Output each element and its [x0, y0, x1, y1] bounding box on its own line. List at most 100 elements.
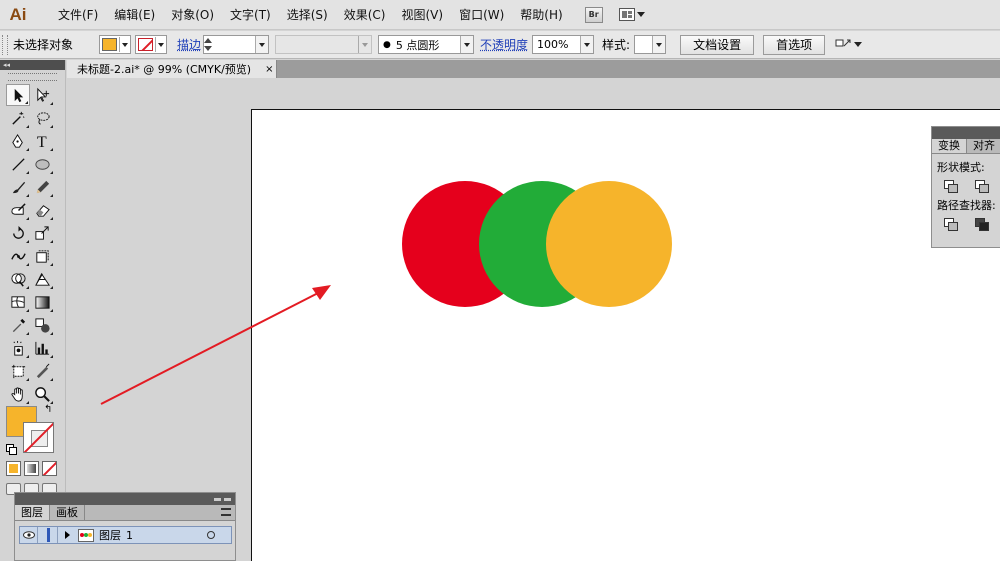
chevron-down-icon — [119, 37, 129, 52]
minus-front-icon[interactable] — [975, 180, 989, 193]
chevron-down-icon — [854, 42, 863, 47]
artboard[interactable] — [251, 109, 1000, 561]
free-transform-tool[interactable] — [30, 245, 54, 267]
brush-definition-field[interactable]: ● 5 点圆形 — [378, 35, 475, 54]
menu-select[interactable]: 选择(S) — [279, 0, 336, 30]
brush-dot-icon: ● — [383, 39, 391, 50]
tab-transform[interactable]: 变换 — [932, 139, 967, 153]
unite-icon[interactable] — [944, 180, 958, 193]
menu-object[interactable]: 对象(O) — [163, 0, 222, 30]
tools-panel-grip[interactable] — [8, 73, 57, 81]
trim-icon[interactable] — [975, 218, 989, 231]
close-icon[interactable]: × — [265, 64, 273, 75]
yellow-circle[interactable] — [546, 181, 672, 307]
lasso-tool[interactable] — [30, 107, 54, 129]
stroke-weight-field[interactable] — [203, 35, 270, 54]
panel-header[interactable] — [932, 127, 1000, 139]
fill-color-picker[interactable] — [99, 35, 131, 54]
gradient-tool[interactable] — [30, 291, 54, 313]
pen-tool[interactable] — [6, 130, 30, 152]
eraser-tool[interactable] — [30, 199, 54, 221]
type-tool[interactable]: T — [30, 130, 54, 152]
eyedropper-tool[interactable] — [6, 314, 30, 336]
menu-edit[interactable]: 编辑(E) — [106, 0, 163, 30]
tool-row — [6, 383, 65, 406]
arrange-documents-button[interactable] — [618, 8, 645, 21]
target-circle-icon[interactable] — [207, 531, 215, 539]
line-segment-tool[interactable] — [6, 153, 30, 175]
hand-tool[interactable] — [6, 383, 30, 405]
panel-menu-button[interactable] — [835, 38, 863, 52]
expand-triangle-icon[interactable] — [65, 531, 70, 539]
column-graph-tool[interactable] — [30, 337, 54, 359]
layer-row[interactable]: 图层 1 — [19, 526, 232, 544]
menu-help[interactable]: 帮助(H) — [512, 0, 570, 30]
visibility-eye-icon[interactable] — [20, 527, 38, 543]
tab-align[interactable]: 对齐 — [967, 139, 1000, 153]
panel-menu-icon[interactable] — [221, 508, 231, 516]
brush-definition-value: 5 点圆形 — [395, 38, 440, 52]
selection-tool[interactable] — [6, 84, 30, 106]
control-bar-grip[interactable] — [2, 34, 8, 55]
menu-type[interactable]: 文字(T) — [222, 0, 279, 30]
menu-window[interactable]: 窗口(W) — [451, 0, 512, 30]
menu-file[interactable]: 文件(F) — [50, 0, 106, 30]
stroke-color-swatch[interactable] — [23, 422, 54, 453]
default-fill-stroke-icon[interactable] — [6, 444, 17, 455]
layers-panel-header[interactable] — [15, 493, 235, 505]
tool-row — [6, 176, 65, 199]
tools-panel-collapse[interactable]: ◂◂ — [0, 60, 65, 70]
opacity-label[interactable]: 不透明度 — [480, 36, 528, 53]
stroke-color-picker[interactable] — [135, 35, 167, 54]
tool-row — [6, 84, 65, 107]
artwork — [402, 181, 672, 307]
divide-icon[interactable] — [944, 218, 958, 231]
perspective-grid-icon — [34, 272, 50, 286]
color-mode-button[interactable] — [6, 461, 21, 476]
zoom-tool[interactable] — [30, 383, 54, 405]
preferences-button[interactable]: 首选项 — [763, 34, 826, 55]
ellipse-tool[interactable] — [30, 153, 54, 175]
tab-artboards[interactable]: 画板 — [50, 505, 85, 520]
paintbrush-tool[interactable] — [6, 176, 30, 198]
canvas-area[interactable] — [67, 78, 1000, 561]
tab-layers[interactable]: 图层 — [15, 505, 50, 520]
magic-wand-tool[interactable] — [6, 107, 30, 129]
layer-name[interactable]: 图层 — [99, 527, 121, 543]
blob-brush-tool[interactable] — [6, 199, 30, 221]
tool-row — [6, 337, 65, 360]
bridge-button[interactable]: Br — [584, 6, 603, 23]
mesh-tool[interactable] — [6, 291, 30, 313]
slice-tool[interactable] — [30, 360, 54, 382]
paintbrush-icon — [12, 181, 25, 193]
stroke-label[interactable]: 描边 — [177, 36, 201, 53]
swap-fill-stroke-icon[interactable]: ↰ — [44, 404, 52, 415]
opacity-field[interactable]: 100% — [532, 35, 595, 54]
chevron-down-icon — [460, 36, 474, 53]
stroke-weight-stepper[interactable] — [204, 37, 215, 52]
slice-icon — [36, 363, 49, 378]
artboard-tool[interactable] — [6, 360, 30, 382]
pencil-tool[interactable] — [30, 176, 54, 198]
blend-tool[interactable] — [30, 314, 54, 336]
width-tool[interactable] — [6, 245, 30, 267]
tool-row — [6, 153, 65, 176]
perspective-grid-tool[interactable] — [30, 268, 54, 290]
lock-toggle[interactable] — [38, 527, 58, 543]
graphic-style-picker[interactable] — [634, 35, 667, 54]
align-options-icon — [835, 39, 851, 46]
gradient-mode-button[interactable] — [24, 461, 39, 476]
shape-builder-tool[interactable] — [6, 268, 30, 290]
menu-effect[interactable]: 效果(C) — [336, 0, 394, 30]
scale-tool[interactable] — [30, 222, 54, 244]
document-tab[interactable]: 未标题-2.ai* @ 99% (CMYK/预览) × — [67, 60, 277, 78]
direct-selection-tool[interactable] — [30, 84, 54, 106]
shape-builder-icon — [10, 272, 26, 287]
symbol-sprayer-tool[interactable] — [6, 337, 30, 359]
tool-row — [6, 314, 65, 337]
none-mode-button[interactable] — [42, 461, 57, 476]
document-setup-button[interactable]: 文档设置 — [680, 34, 755, 55]
rotate-icon — [12, 225, 24, 239]
menu-view[interactable]: 视图(V) — [393, 0, 451, 30]
rotate-tool[interactable] — [6, 222, 30, 244]
